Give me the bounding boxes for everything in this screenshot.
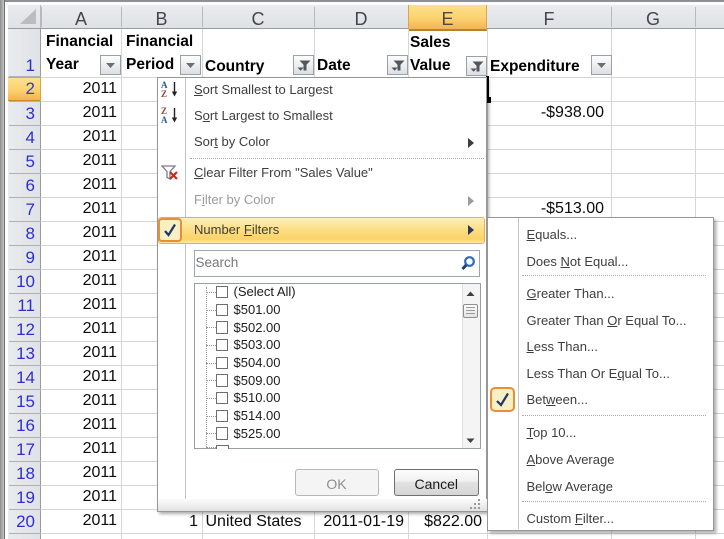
svg-text:Z: Z [161,89,167,99]
svg-text:A: A [161,115,168,125]
